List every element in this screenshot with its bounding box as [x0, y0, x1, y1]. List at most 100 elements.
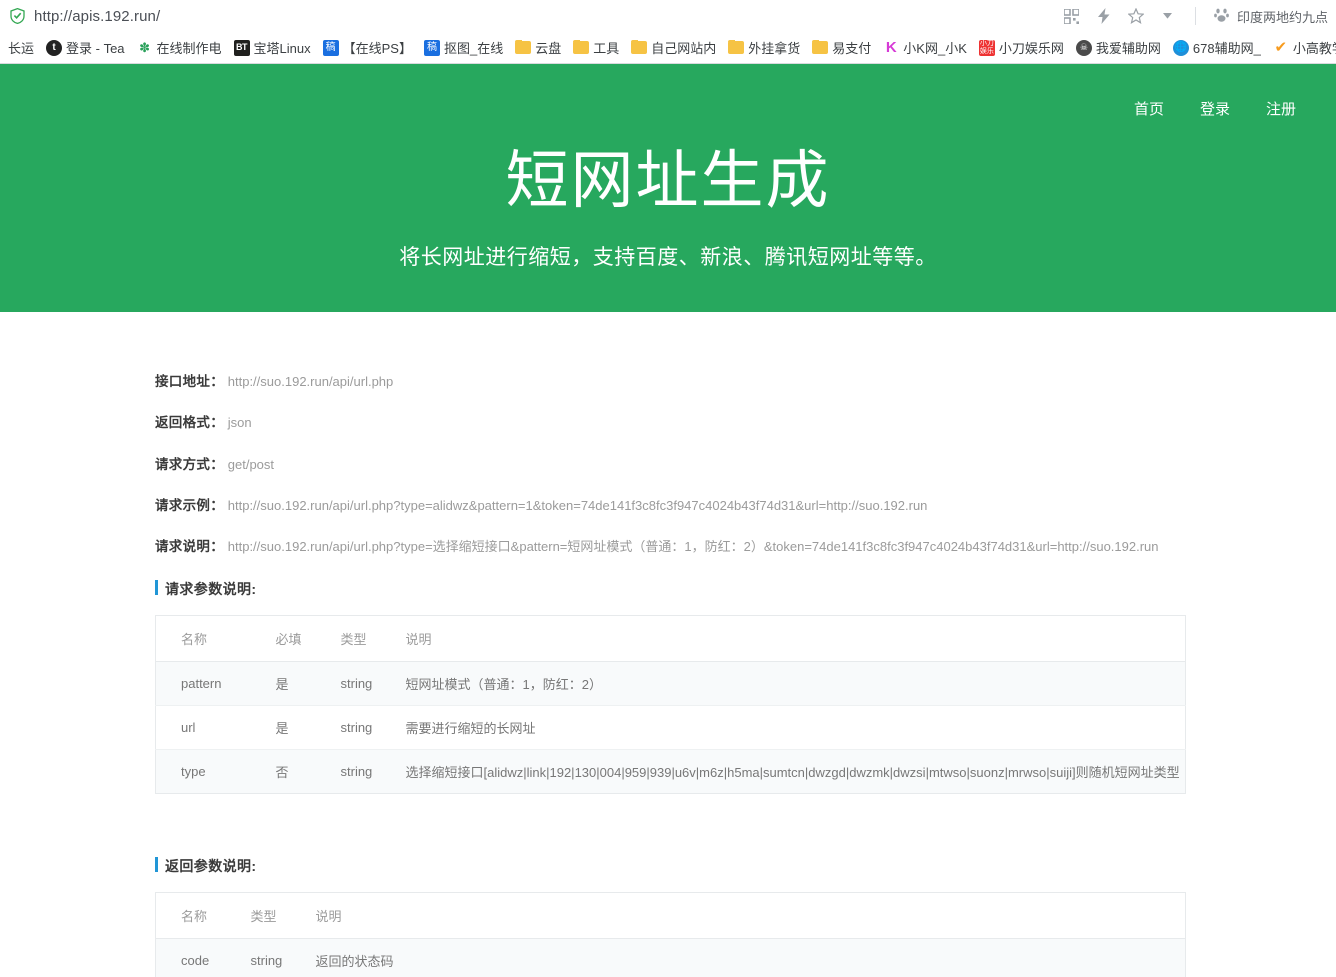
folder-icon	[728, 41, 744, 54]
bookmark-changyun[interactable]: 长运	[2, 36, 40, 59]
bookmark-label: 在线制作电	[157, 38, 222, 57]
toolbar-divider	[1195, 7, 1196, 25]
table-header-row: 名称 类型 说明	[156, 893, 1186, 939]
table-row: code string 返回的状态码	[156, 939, 1186, 977]
info-row-format: 返回格式： json	[155, 413, 1186, 433]
bookmark-folder-waigua[interactable]: 外挂拿货	[722, 36, 806, 59]
bookmark-koutu-online[interactable]: 稿 抠图_在线	[418, 36, 509, 59]
leaf-icon: ✽	[137, 40, 153, 56]
url-text[interactable]: http://apis.192.run/	[34, 8, 1063, 25]
bookmark-label: 宝塔Linux	[254, 38, 311, 57]
cell-type: string	[341, 662, 406, 706]
info-row-endpoint: 接口地址： http://suo.192.run/api/url.php	[155, 372, 1186, 392]
hero-banner: 首页 登录 注册 短网址生成 将长网址进行缩短，支持百度、新浪、腾讯短网址等等。	[0, 64, 1336, 312]
bookmark-label: 【在线PS】	[343, 38, 412, 57]
bookmark-online-ps[interactable]: 稿 【在线PS】	[317, 36, 418, 59]
url-bar: http://apis.192.run/	[0, 0, 1336, 32]
main-content: 接口地址： http://suo.192.run/api/url.php 返回格…	[0, 312, 1336, 977]
folder-icon	[812, 41, 828, 54]
bookmark-label: 小刀娱乐网	[999, 38, 1064, 57]
nav-home[interactable]: 首页	[1134, 98, 1164, 119]
info-value: json	[228, 415, 252, 430]
col-header-type: 类型	[341, 616, 406, 662]
cell-required: 否	[276, 750, 341, 794]
bookmarks-bar: 长运 t 登录 - Tea ✽ 在线制作电 BT 宝塔Linux 稿 【在线PS…	[0, 32, 1336, 63]
info-label: 接口地址：	[155, 374, 224, 389]
shield-check-icon	[10, 8, 25, 24]
url-actions: 印度两地约九点	[1063, 7, 1328, 26]
gao-blue-icon: 稿	[424, 40, 440, 56]
chevron-down-icon[interactable]	[1159, 7, 1177, 25]
page-title: 短网址生成	[0, 64, 1336, 213]
lightning-icon[interactable]	[1095, 7, 1113, 25]
nav-register[interactable]: 注册	[1266, 98, 1296, 119]
bookmark-label: 长运	[8, 38, 34, 57]
cell-desc: 短网址模式（普通：1，防红：2）	[406, 662, 1186, 706]
info-label: 请求方式：	[155, 457, 224, 472]
bookmark-folder-yizhifu[interactable]: 易支付	[806, 36, 877, 59]
star-orange-icon: ✔	[1273, 40, 1289, 56]
bookmark-678fuzhu[interactable]: 🌐 678辅助网_	[1167, 36, 1267, 59]
bookmark-label: 外挂拿货	[748, 38, 800, 57]
bookmark-online-make[interactable]: ✽ 在线制作电	[131, 36, 228, 59]
col-header-name: 名称	[156, 616, 276, 662]
bookmark-folder-gongju[interactable]: 工具	[567, 36, 625, 59]
request-params-table: 名称 必填 类型 说明 pattern 是 string 短网址模式（普通：1，…	[155, 615, 1186, 794]
globe-icon: 🌐	[1173, 40, 1189, 56]
circle-t-icon: t	[46, 40, 62, 56]
info-row-method: 请求方式： get/post	[155, 455, 1186, 475]
cell-required: 是	[276, 706, 341, 750]
folder-icon	[573, 41, 589, 54]
info-label: 请求说明：	[155, 539, 224, 554]
bookmark-label: 云盘	[535, 38, 561, 57]
col-header-type: 类型	[251, 893, 316, 939]
nav-login[interactable]: 登录	[1200, 98, 1230, 119]
cell-type: string	[341, 750, 406, 794]
bookmark-label: 抠图_在线	[444, 38, 503, 57]
cell-name: pattern	[156, 662, 276, 706]
bookmark-login-tea[interactable]: t 登录 - Tea	[40, 36, 131, 59]
bookmark-xiaok[interactable]: K 小K网_小K	[877, 36, 973, 59]
gao-blue-icon: 稿	[323, 40, 339, 56]
bt-icon: BT	[234, 40, 250, 56]
section-spacer	[155, 794, 1186, 834]
cell-desc: 需要进行缩短的长网址	[406, 706, 1186, 750]
table-row: type 否 string 选择缩短接口[alidwz|link|192|130…	[156, 750, 1186, 794]
bookmark-label: 我爱辅助网	[1096, 38, 1161, 57]
profile-area[interactable]: 印度两地约九点	[1214, 7, 1328, 26]
response-params-title: 返回参数说明:	[155, 856, 1186, 876]
profile-label: 印度两地约九点	[1237, 7, 1328, 26]
bookmark-xiaogao[interactable]: ✔ 小高教学网	[1267, 36, 1336, 59]
bookmark-label: 小K网_小K	[903, 38, 967, 57]
folder-icon	[631, 41, 647, 54]
folder-icon	[515, 41, 531, 54]
bookmark-folder-yunpan[interactable]: 云盘	[509, 36, 567, 59]
table-row: pattern 是 string 短网址模式（普通：1，防红：2）	[156, 662, 1186, 706]
info-label: 请求示例：	[155, 498, 224, 513]
cell-name: type	[156, 750, 276, 794]
info-row-description: 请求说明： http://suo.192.run/api/url.php?typ…	[155, 537, 1186, 557]
cell-name: url	[156, 706, 276, 750]
xiaodao-icon: 小刀娱乐	[979, 40, 995, 56]
cell-type: string	[341, 706, 406, 750]
bookmark-folder-my-sites[interactable]: 自己网站内	[625, 36, 722, 59]
info-value: http://suo.192.run/api/url.php?type=选择缩短…	[228, 539, 1159, 554]
page-body: 首页 登录 注册 短网址生成 将长网址进行缩短，支持百度、新浪、腾讯短网址等等。…	[0, 64, 1336, 977]
bookmark-baota-linux[interactable]: BT 宝塔Linux	[228, 36, 317, 59]
bookmark-label: 登录 - Tea	[66, 38, 125, 57]
cell-name: code	[156, 939, 251, 977]
bookmark-xiaodao[interactable]: 小刀娱乐 小刀娱乐网	[973, 36, 1070, 59]
qr-code-icon[interactable]	[1063, 7, 1081, 25]
info-value: http://suo.192.run/api/url.php?type=alid…	[228, 498, 928, 513]
bookmark-label: 自己网站内	[651, 38, 716, 57]
mask-icon: ☠	[1076, 40, 1092, 56]
cell-type: string	[251, 939, 316, 977]
table-header-row: 名称 必填 类型 说明	[156, 616, 1186, 662]
info-value: get/post	[228, 457, 274, 472]
info-row-example: 请求示例： http://suo.192.run/api/url.php?typ…	[155, 496, 1186, 516]
cell-desc: 选择缩短接口[alidwz|link|192|130|004|959|939|u…	[406, 750, 1186, 794]
bookmark-woaifuzhu[interactable]: ☠ 我爱辅助网	[1070, 36, 1167, 59]
bookmark-label: 工具	[593, 38, 619, 57]
bookmark-label: 678辅助网_	[1193, 38, 1261, 57]
star-icon[interactable]	[1127, 7, 1145, 25]
